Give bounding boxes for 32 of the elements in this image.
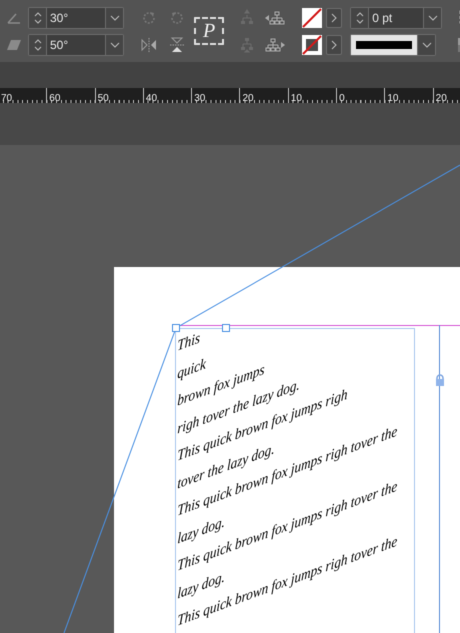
hierarchy-right-icon[interactable] — [264, 36, 286, 52]
stroke-type-dropdown[interactable] — [350, 34, 436, 56]
ruler-label: 40 — [146, 93, 158, 104]
stroke-swatch-icon[interactable] — [302, 34, 322, 54]
chevron-down-icon — [422, 42, 432, 48]
hierarchy-left-icon[interactable] — [264, 10, 286, 26]
text-line: This — [177, 330, 200, 356]
selection-handle[interactable] — [172, 324, 180, 332]
ruler-label: 20 — [436, 93, 447, 104]
fill-menu-button[interactable] — [326, 8, 342, 28]
chevron-right-icon — [331, 40, 338, 50]
ruler-label: 30 — [194, 93, 206, 104]
stroke-line-preview — [351, 34, 418, 54]
stroke-menu-button[interactable] — [326, 34, 342, 54]
ruler-label: 0 — [339, 93, 345, 104]
ruler-label: 10 — [387, 93, 398, 104]
ruler-label: 60 — [49, 93, 60, 104]
angle-icon — [6, 10, 22, 24]
selection-handle[interactable] — [222, 324, 230, 332]
ruler-label: 20 — [242, 93, 254, 104]
flip-vertical-icon[interactable] — [168, 36, 186, 54]
text-line: quick — [177, 356, 206, 384]
ruler-label: 10 — [290, 93, 302, 104]
dropdown-button[interactable] — [417, 34, 436, 54]
shear-icon — [6, 38, 22, 50]
fill-swatch-icon[interactable] — [302, 8, 322, 28]
chevron-right-icon — [331, 12, 338, 22]
flip-horizontal-icon[interactable] — [140, 36, 158, 54]
lock-icon — [435, 374, 445, 386]
ruler-label: 70 — [1, 93, 12, 104]
ruler-label: 50 — [98, 93, 109, 104]
frame-glyph-icon[interactable]: P — [194, 17, 224, 45]
